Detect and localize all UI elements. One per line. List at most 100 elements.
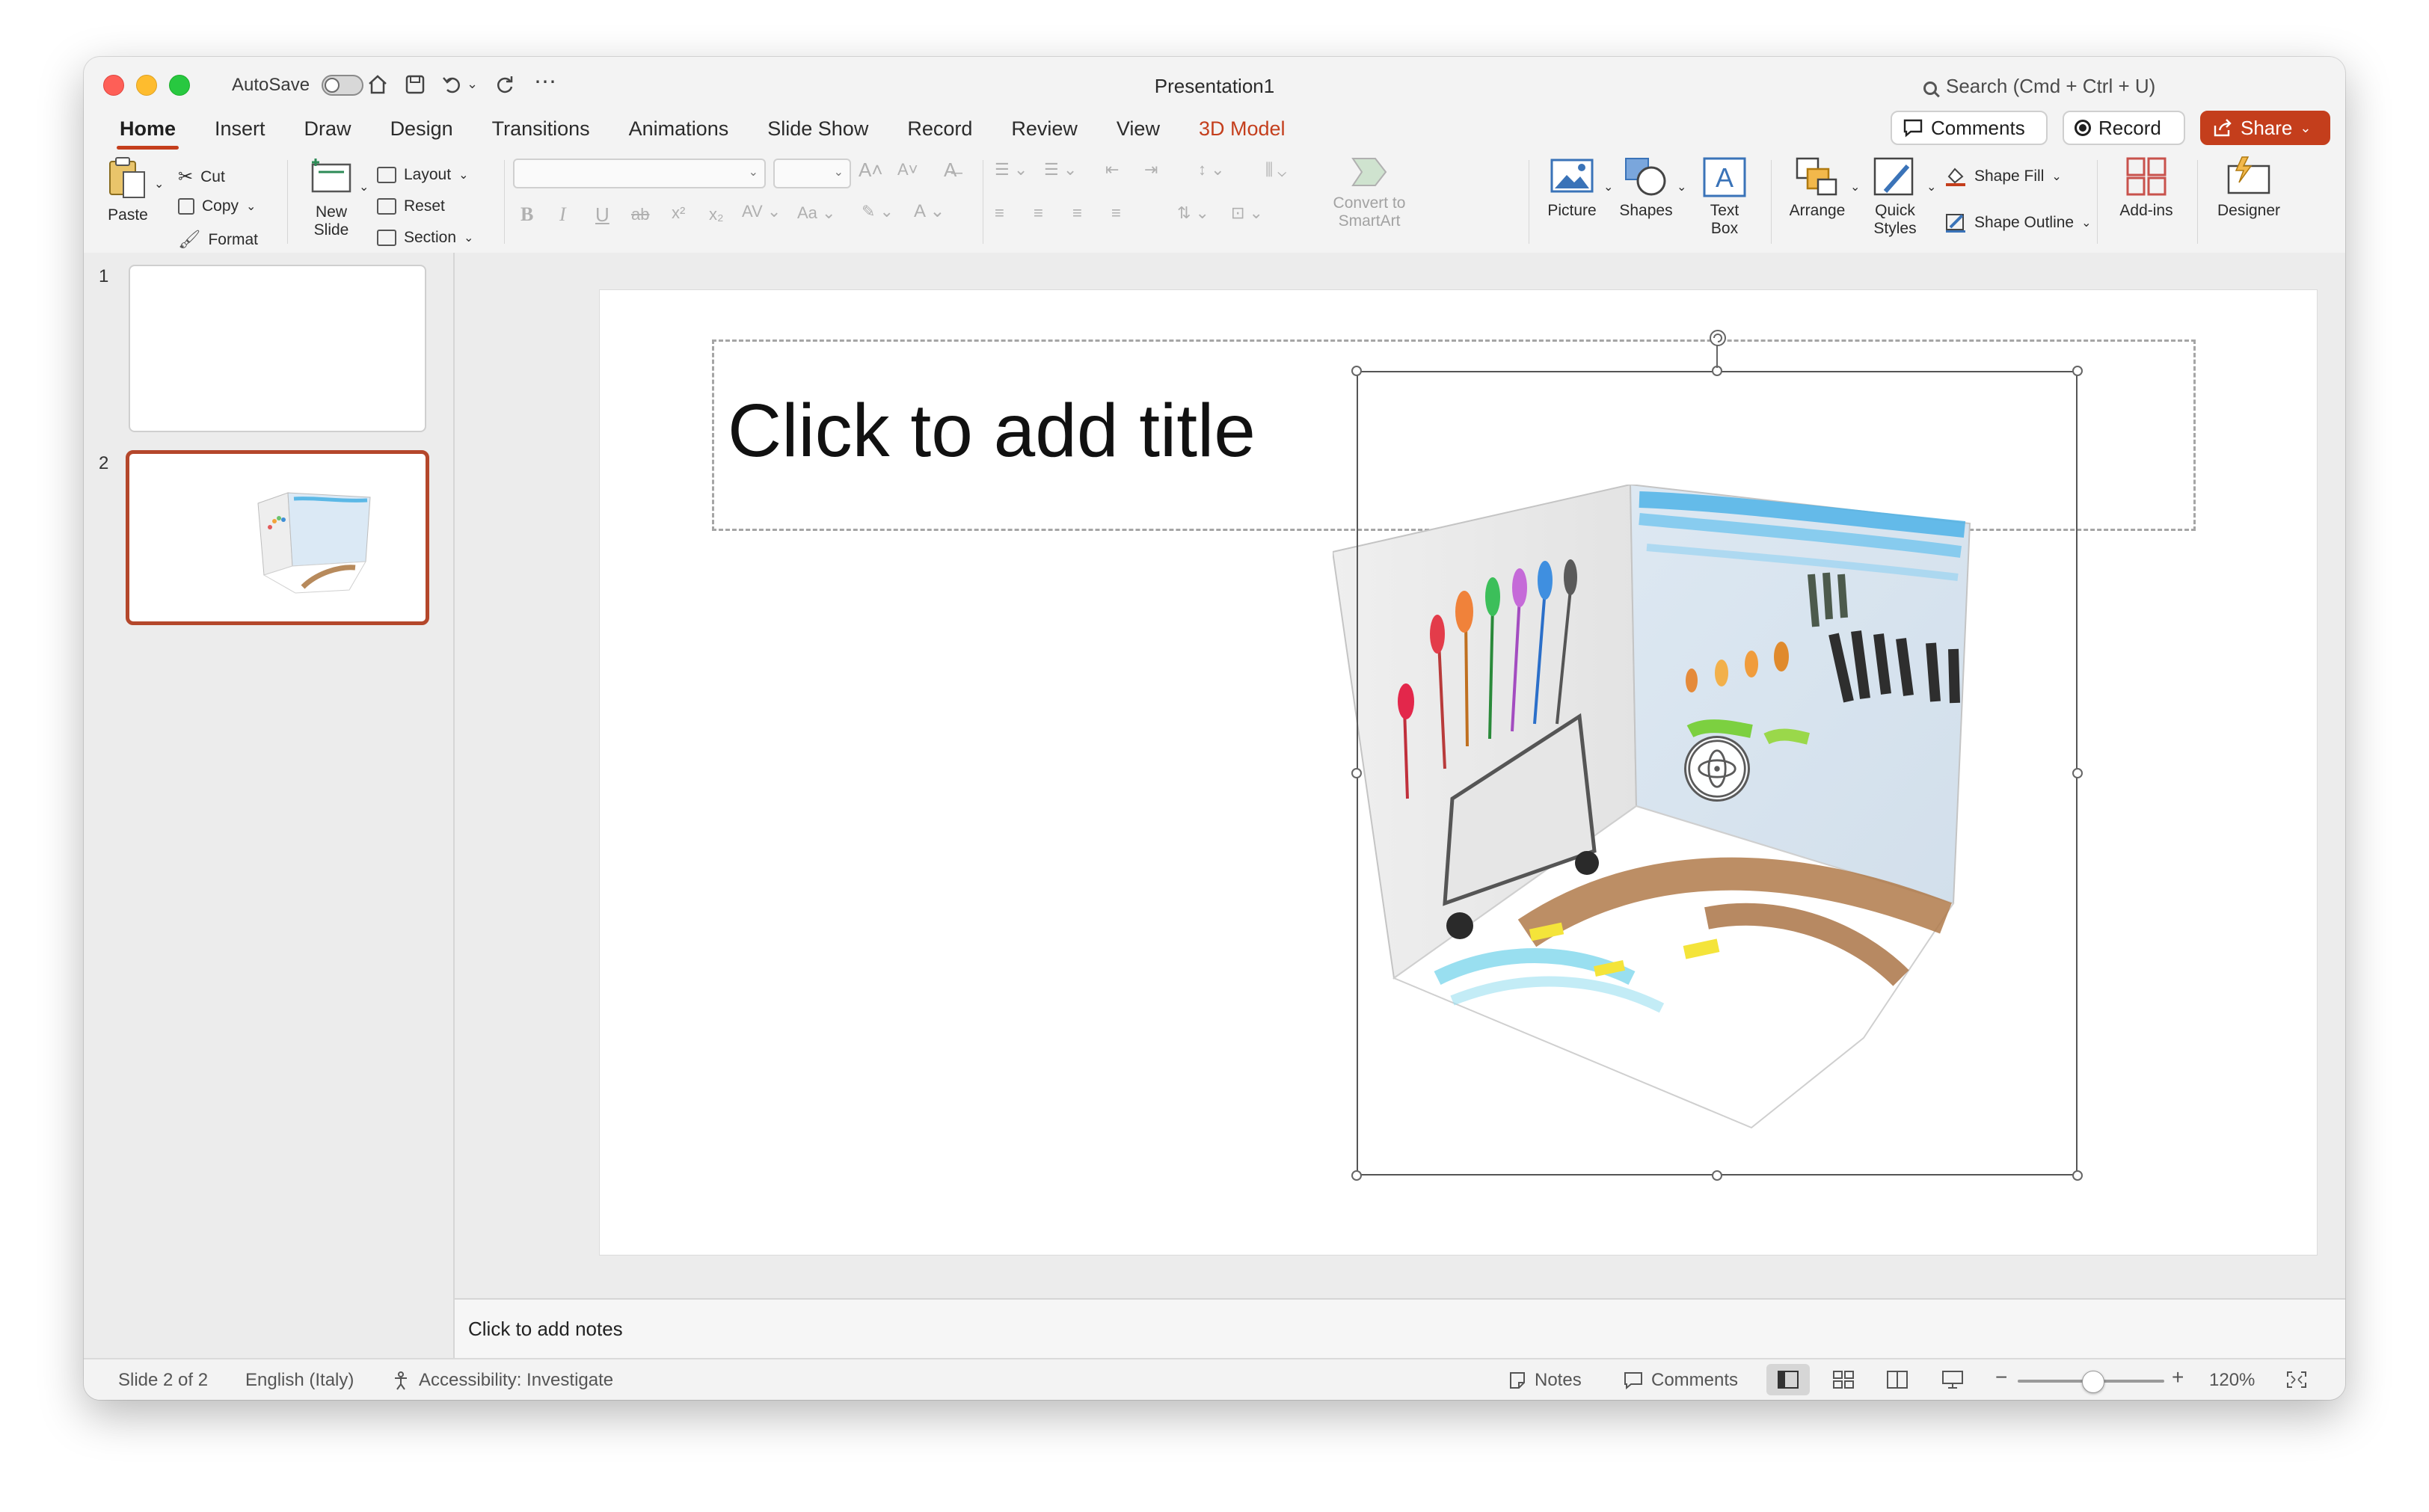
shapes-icon (1625, 158, 1666, 196)
shape-fill-dropdown-icon[interactable]: ⌄ (2051, 169, 2061, 184)
section-button[interactable]: Section ⌄ (377, 229, 473, 247)
accessibility-button[interactable]: Accessibility: Investigate (392, 1370, 613, 1391)
align-right-icon[interactable]: ≡ (1072, 203, 1082, 223)
fit-to-window-icon[interactable] (2285, 1370, 2308, 1389)
slide-show-icon[interactable] (1941, 1370, 1964, 1389)
tab-insert[interactable]: Insert (195, 112, 285, 148)
cut-button[interactable]: ✂ Cut (178, 166, 225, 188)
picture-button[interactable]: Picture (1539, 156, 1605, 220)
shapes-dropdown-icon[interactable]: ⌄ (1677, 179, 1686, 194)
record-button[interactable]: Record (2063, 111, 2185, 145)
decrease-font-size-icon[interactable]: A˅ (897, 160, 918, 179)
resize-handle-right[interactable] (2072, 768, 2083, 778)
justify-icon[interactable]: ≡ (1111, 203, 1121, 223)
tab-3d-model[interactable]: 3D Model (1179, 112, 1305, 148)
arrange-button[interactable]: Arrange (1781, 156, 1853, 220)
resize-handle-left[interactable] (1351, 768, 1362, 778)
underline-icon[interactable]: U (595, 203, 609, 227)
new-slide-dropdown-icon[interactable]: ⌄ (359, 179, 369, 194)
increase-indent-icon[interactable]: ⇥ (1144, 160, 1158, 179)
slide-sorter-icon[interactable] (1832, 1370, 1855, 1389)
shape-fill-button[interactable]: Shape Fill ⌄ (1944, 166, 2062, 187)
quick-styles-button[interactable]: Quick Styles (1861, 156, 1929, 238)
copy-button[interactable]: Copy ⌄ (178, 197, 256, 215)
superscript-icon[interactable]: x² (672, 203, 685, 223)
share-dropdown-icon[interactable]: ⌄ (2300, 112, 2311, 144)
subscript-icon[interactable]: x₂ (709, 205, 724, 224)
shapes-button[interactable]: Shapes (1612, 156, 1680, 220)
layout-dropdown-icon[interactable]: ⌄ (458, 168, 468, 182)
decrease-indent-icon[interactable]: ⇤ (1105, 160, 1119, 179)
shape-outline-dropdown-icon[interactable]: ⌄ (2081, 215, 2091, 230)
strikethrough-icon[interactable]: ab (631, 205, 649, 224)
slide-thumbnail-1[interactable] (129, 265, 426, 432)
share-button[interactable]: Share ⌄ (2200, 111, 2330, 145)
slide-thumbnail-2[interactable] (126, 450, 429, 625)
tab-review[interactable]: Review (992, 112, 1097, 148)
change-case-icon[interactable]: Aa ⌄ (797, 203, 835, 223)
zoom-slider-thumb[interactable] (2082, 1371, 2104, 1393)
copy-dropdown-icon[interactable]: ⌄ (246, 199, 256, 214)
designer-button[interactable]: Designer (2208, 156, 2290, 220)
text-box-button[interactable]: A Text Box (1693, 156, 1756, 238)
notes-toggle-button[interactable]: Notes (1508, 1370, 1582, 1391)
rotation-handle-icon[interactable] (1709, 329, 1727, 347)
text-box-icon: A (1703, 157, 1746, 197)
comments-button[interactable]: Comments (1891, 111, 2048, 145)
normal-view-button[interactable] (1766, 1364, 1810, 1395)
numbering-icon[interactable]: ☰ ⌄ (1044, 160, 1077, 179)
zoom-level[interactable]: 120% (2209, 1370, 2255, 1391)
tab-slide-show[interactable]: Slide Show (748, 112, 888, 148)
section-dropdown-icon[interactable]: ⌄ (464, 230, 473, 245)
language-indicator[interactable]: English (Italy) (245, 1370, 354, 1391)
tab-draw[interactable]: Draw (285, 112, 371, 148)
reset-button[interactable]: Reset (377, 197, 445, 215)
italic-icon[interactable]: I (559, 203, 566, 226)
quick-styles-dropdown-icon[interactable]: ⌄ (1926, 179, 1936, 194)
format-painter-button[interactable]: 🖌 Format (178, 229, 258, 251)
bullets-icon[interactable]: ☰ ⌄ (995, 160, 1028, 179)
convert-smartart-button[interactable]: Convert to SmartArt (1321, 156, 1418, 230)
tab-record[interactable]: Record (888, 112, 992, 148)
font-color-icon[interactable]: A ⌄ (914, 200, 945, 222)
highlight-icon[interactable]: ✎ ⌄ (862, 202, 894, 221)
arrange-dropdown-icon[interactable]: ⌄ (1850, 179, 1860, 194)
paste-button[interactable]: Paste (97, 156, 159, 224)
slide-canvas[interactable]: Click to add title (600, 290, 2317, 1255)
font-name-select[interactable]: ⌄ (513, 159, 766, 188)
3d-rotate-icon[interactable] (1684, 736, 1750, 802)
zoom-out-button[interactable]: − (1995, 1365, 2007, 1389)
paste-dropdown-icon[interactable]: ⌄ (154, 176, 164, 191)
reading-view-icon[interactable] (1886, 1370, 1908, 1389)
tab-view[interactable]: View (1097, 112, 1179, 148)
tab-transitions[interactable]: Transitions (473, 112, 609, 148)
new-slide-button[interactable]: New Slide (301, 156, 362, 239)
resize-handle-bottom-right[interactable] (2072, 1170, 2083, 1181)
tab-home[interactable]: Home (100, 112, 195, 150)
bold-icon[interactable]: B (520, 203, 533, 226)
character-spacing-icon[interactable]: AV ⌄ (742, 202, 781, 221)
resize-handle-top-left[interactable] (1351, 366, 1362, 376)
comments-toggle-button[interactable]: Comments (1623, 1370, 1738, 1391)
zoom-in-button[interactable]: + (2172, 1365, 2184, 1389)
search-box[interactable]: Search (Cmd + Ctrl + U) (1923, 75, 2155, 98)
line-spacing-icon[interactable]: ↕ ⌄ (1198, 160, 1225, 179)
clear-formatting-icon[interactable]: A̶ (944, 159, 956, 182)
add-ins-button[interactable]: Add-ins (2109, 156, 2184, 220)
align-text-icon[interactable]: ⊡ ⌄ (1231, 203, 1263, 223)
resize-handle-top-right[interactable] (2072, 366, 2083, 376)
tab-animations[interactable]: Animations (609, 112, 749, 148)
resize-handle-bottom[interactable] (1712, 1170, 1722, 1181)
layout-button[interactable]: Layout ⌄ (377, 166, 468, 184)
tab-design[interactable]: Design (371, 112, 473, 148)
increase-font-size-icon[interactable]: A˄ (859, 159, 883, 182)
text-direction-icon[interactable]: ⇅ ⌄ (1177, 203, 1209, 223)
shape-outline-button[interactable]: Shape Outline ⌄ (1944, 212, 2092, 233)
align-center-icon[interactable]: ≡ (1034, 203, 1043, 223)
columns-icon[interactable]: ⫼ ⌄ (1265, 160, 1286, 179)
font-size-select[interactable]: ⌄ (773, 159, 851, 188)
resize-handle-bottom-left[interactable] (1351, 1170, 1362, 1181)
notes-pane[interactable]: Click to add notes (455, 1298, 2345, 1359)
cut-label: Cut (200, 168, 225, 185)
align-left-icon[interactable]: ≡ (995, 203, 1004, 223)
